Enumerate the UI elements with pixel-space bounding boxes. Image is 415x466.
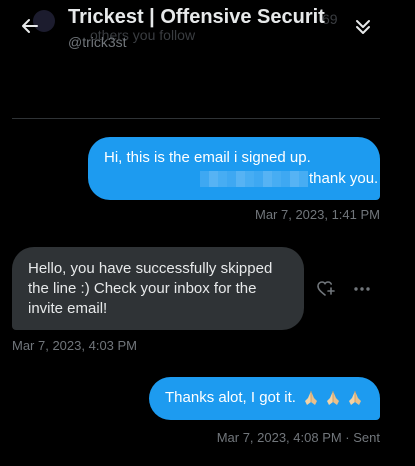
conversation-title[interactable]: Trickest | Offensive Securit xyxy=(68,6,328,29)
folded-hands-icon xyxy=(327,391,339,405)
message-bubble-outgoing[interactable]: Hi, this is the email i signed up. thank… xyxy=(88,137,380,200)
message-text-suffix: thank you. xyxy=(309,170,379,187)
redacted-email xyxy=(200,171,308,187)
heart-plus-icon xyxy=(317,281,335,296)
conversation-header: 69 others you follow Trickest | Offensiv… xyxy=(0,0,415,60)
message-timestamp: Mar 7, 2023, 1:41 PM xyxy=(254,207,380,222)
back-button[interactable] xyxy=(16,12,44,40)
message-text: Hi, this is the email i signed up. xyxy=(104,149,311,166)
chevrons-down-icon xyxy=(356,20,370,34)
react-button[interactable] xyxy=(316,279,336,299)
more-horizontal-icon xyxy=(354,287,370,291)
message-timestamp: Mar 7, 2023, 4:08 PM · Sent xyxy=(216,430,380,445)
arrow-left-icon xyxy=(22,19,38,33)
folded-hands-icon xyxy=(305,391,317,405)
header-divider xyxy=(12,118,380,119)
message-bubble-incoming[interactable]: Hello, you have successfully skipped the… xyxy=(12,247,304,330)
message-bubble-outgoing[interactable]: Thanks alot, I got it. xyxy=(149,377,380,420)
conversation-handle[interactable]: @trick3st xyxy=(68,34,127,50)
collapse-button[interactable] xyxy=(350,14,376,40)
folded-hands-icon xyxy=(349,391,361,405)
message-timestamp: Mar 7, 2023, 4:03 PM xyxy=(12,338,138,353)
message-text: Hello, you have successfully skipped the… xyxy=(28,260,273,317)
more-button[interactable] xyxy=(351,279,373,299)
message-text: Thanks alot, I got it. xyxy=(165,389,296,406)
